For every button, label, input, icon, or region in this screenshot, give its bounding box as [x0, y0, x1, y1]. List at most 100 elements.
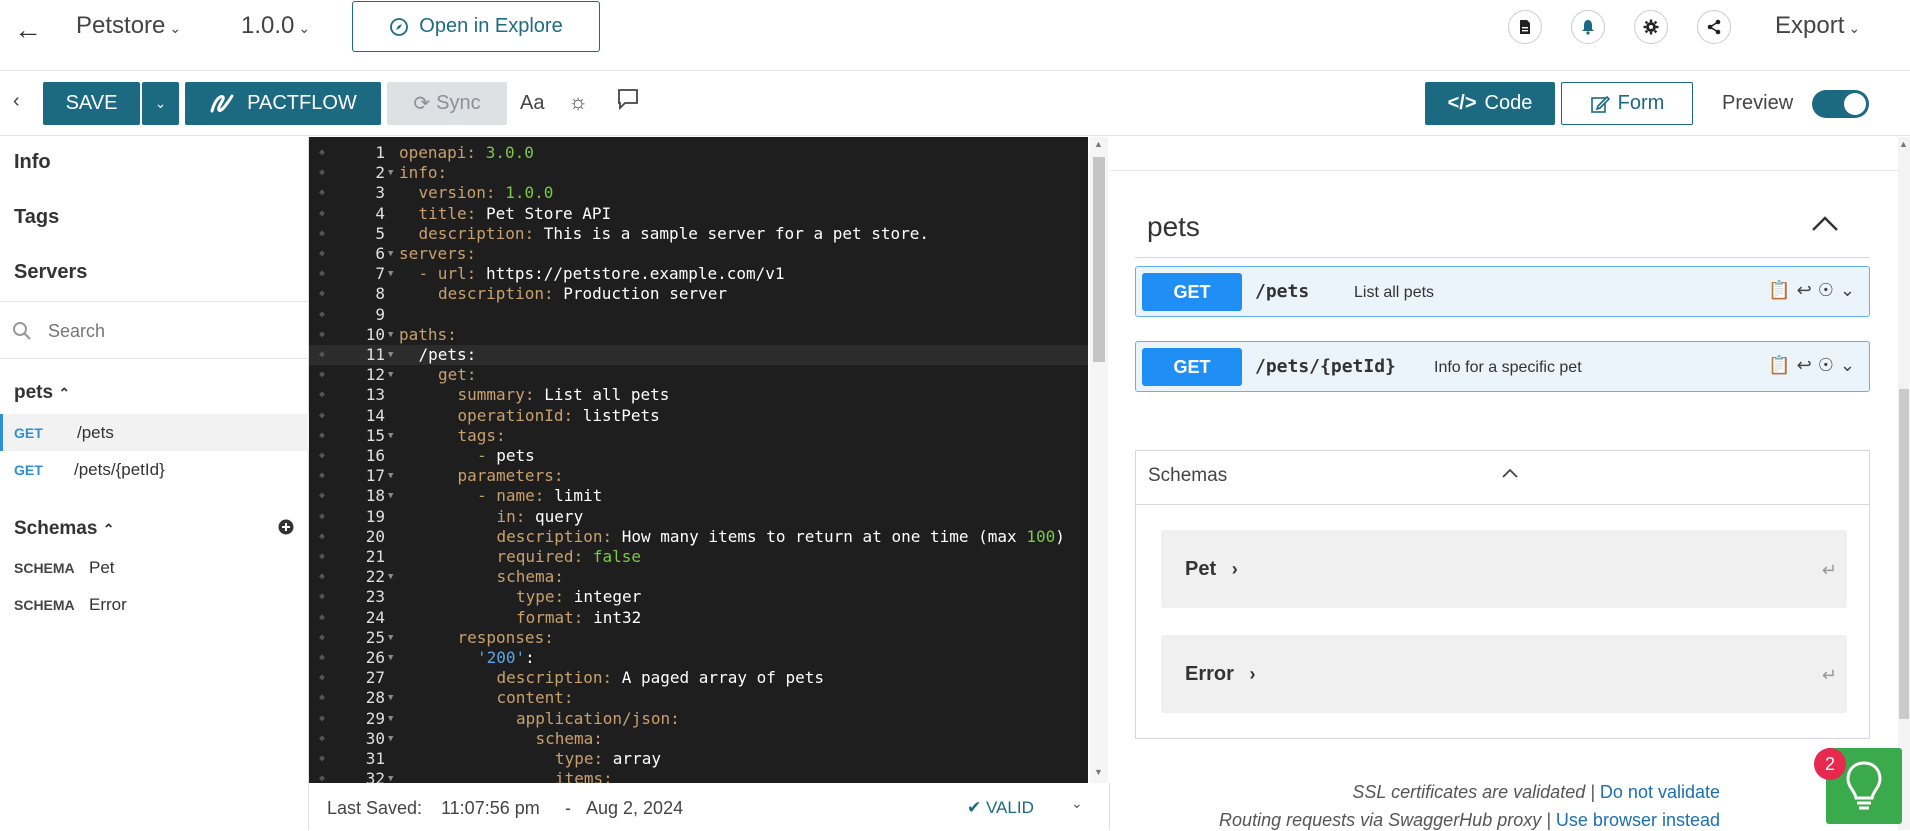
- code-line[interactable]: ◆ 24 format: int32: [309, 608, 1088, 628]
- collapse-sidebar-icon[interactable]: ‹: [13, 90, 20, 113]
- save-options-button[interactable]: ⌄: [142, 82, 179, 125]
- sidebar-operation[interactable]: GET /pets: [0, 414, 309, 451]
- code-line[interactable]: ◆ 8 description: Production server: [309, 284, 1088, 304]
- add-schema-icon[interactable]: [278, 519, 294, 540]
- schema-card-pet[interactable]: Pet › ↵: [1161, 530, 1847, 608]
- operation-get-pet-by-id[interactable]: GET /pets/{petId} Info for a specific pe…: [1135, 341, 1870, 392]
- code-line[interactable]: ◆ 19 in: query: [309, 507, 1088, 527]
- font-size-button[interactable]: Aa: [520, 92, 544, 115]
- code-line[interactable]: ◆ 20 description: How many items to return…: [309, 527, 1088, 547]
- code-line[interactable]: ◆ 9: [309, 305, 1088, 325]
- sidebar-section-servers[interactable]: Servers: [14, 261, 87, 284]
- code-line[interactable]: ◆ 18 ▼ - name: limit: [309, 486, 1088, 506]
- fold-icon[interactable]: ▼: [388, 648, 393, 668]
- code-line[interactable]: ◆ 26 ▼ '200':: [309, 648, 1088, 668]
- tag-group-pets[interactable]: pets ⌃: [14, 382, 70, 404]
- editor-scrollbar[interactable]: ▲ ▼: [1090, 137, 1108, 783]
- sync-button[interactable]: ⟳ Sync: [387, 82, 507, 125]
- fold-icon[interactable]: ▼: [388, 628, 393, 648]
- back-arrow-icon[interactable]: ←: [14, 14, 42, 46]
- code-line[interactable]: ◆ 16 - pets: [309, 446, 1088, 466]
- code-line[interactable]: ◆ 14 operationId: listPets: [309, 406, 1088, 426]
- search-input[interactable]: [48, 316, 298, 346]
- fold-icon[interactable]: ▼: [388, 466, 393, 486]
- preview-toggle[interactable]: [1812, 90, 1869, 118]
- schemas-group[interactable]: Schemas ⌃: [14, 518, 114, 540]
- code-line[interactable]: ◆ 6 ▼ servers:: [309, 244, 1088, 264]
- scroll-up-icon[interactable]: ▲: [1094, 139, 1103, 149]
- valid-status[interactable]: ✔ VALID: [967, 798, 1034, 818]
- fold-icon[interactable]: ▼: [388, 163, 393, 183]
- form-view-button[interactable]: Form: [1561, 82, 1693, 125]
- fold-icon[interactable]: ▼: [388, 567, 393, 587]
- code-line[interactable]: ◆ 17 ▼ parameters:: [309, 466, 1088, 486]
- preview-scrollbar[interactable]: ▲: [1898, 137, 1910, 830]
- sidebar-section-tags[interactable]: Tags: [14, 206, 59, 229]
- code-line[interactable]: ◆ 31 type: array: [309, 749, 1088, 769]
- code-line[interactable]: ◆ 7 ▼ - url: https://petstore.example.com/v…: [309, 264, 1088, 284]
- code-line[interactable]: ◆ 15 ▼ tags:: [309, 426, 1088, 446]
- fold-icon[interactable]: ▼: [388, 688, 393, 708]
- collapse-tag-icon[interactable]: [1810, 213, 1840, 238]
- fold-icon[interactable]: ▼: [388, 769, 393, 783]
- scroll-up-icon[interactable]: ▲: [1899, 139, 1908, 149]
- fold-icon[interactable]: ▼: [388, 486, 393, 506]
- code-editor[interactable]: ◆ 1 openapi: 3.0.0 ◆ 2 ▼ info: ◆ 3 version: 1.0.0…: [309, 137, 1088, 783]
- sidebar-schema-item[interactable]: SCHEMA Pet: [14, 558, 115, 578]
- comment-icon[interactable]: [616, 87, 640, 116]
- save-button[interactable]: SAVE: [43, 82, 140, 125]
- export-dropdown[interactable]: Export ⌄: [1775, 12, 1860, 40]
- fold-icon[interactable]: ▼: [388, 729, 393, 749]
- fold-icon[interactable]: ▼: [388, 426, 393, 446]
- fold-icon[interactable]: ▼: [388, 365, 393, 385]
- preview-scroll-thumb[interactable]: [1899, 389, 1909, 719]
- code-line[interactable]: ◆ 23 type: integer: [309, 587, 1088, 607]
- gear-icon[interactable]: [1634, 10, 1668, 44]
- code-line[interactable]: ◆ 3 version: 1.0.0: [309, 183, 1088, 203]
- do-not-validate-link[interactable]: Do not validate: [1600, 782, 1720, 802]
- code-line[interactable]: ◆ 13 summary: List all pets: [309, 385, 1088, 405]
- theme-sun-icon[interactable]: ☼: [568, 89, 588, 115]
- code-line[interactable]: ◆ 27 description: A paged array of pets: [309, 668, 1088, 688]
- code-line[interactable]: ◆ 11 ▼ /pets:: [309, 345, 1088, 365]
- chevron-down-icon[interactable]: ⌄: [1071, 795, 1083, 812]
- clipboard-icon[interactable]: 📋: [1768, 355, 1796, 375]
- sidebar-operation[interactable]: GET /pets/{petId}: [0, 451, 309, 488]
- return-icon[interactable]: ↵: [1822, 560, 1837, 581]
- api-name-dropdown[interactable]: Petstore ⌄: [76, 12, 181, 40]
- fold-icon[interactable]: ▼: [388, 345, 393, 365]
- code-line[interactable]: ◆ 4 title: Pet Store API: [309, 204, 1088, 224]
- open-in-explore-button[interactable]: Open in Explore: [352, 1, 600, 52]
- sidebar-schema-item[interactable]: SCHEMA Error: [14, 595, 127, 615]
- fold-icon[interactable]: ▼: [388, 325, 393, 345]
- return-icon[interactable]: ↩: [1797, 280, 1818, 300]
- collapse-schemas-icon[interactable]: [1500, 465, 1520, 486]
- code-line[interactable]: ◆ 21 required: false: [309, 547, 1088, 567]
- editor-scroll-thumb[interactable]: [1093, 157, 1105, 362]
- compass-icon[interactable]: ☉: [1818, 355, 1840, 375]
- code-line[interactable]: ◆ 2 ▼ info:: [309, 163, 1088, 183]
- code-line[interactable]: ◆ 29 ▼ application/json:: [309, 709, 1088, 729]
- compass-icon[interactable]: ☉: [1818, 280, 1840, 300]
- document-icon[interactable]: [1508, 10, 1542, 44]
- clipboard-icon[interactable]: 📋: [1768, 280, 1796, 300]
- pactflow-button[interactable]: PACTFLOW: [185, 82, 381, 125]
- fold-icon[interactable]: ▼: [388, 244, 393, 264]
- use-browser-link[interactable]: Use browser instead: [1556, 810, 1720, 830]
- chevron-down-icon[interactable]: ⌄: [1840, 355, 1861, 375]
- operation-get-pets[interactable]: GET /pets List all pets 📋↩☉⌄: [1135, 266, 1870, 317]
- code-line[interactable]: ◆ 28 ▼ content:: [309, 688, 1088, 708]
- code-line[interactable]: ◆ 32 ▼ items:: [309, 769, 1088, 783]
- version-dropdown[interactable]: 1.0.0 ⌄: [241, 12, 310, 40]
- code-line[interactable]: ◆ 1 openapi: 3.0.0: [309, 143, 1088, 163]
- scroll-down-icon[interactable]: ▼: [1094, 767, 1103, 777]
- code-line[interactable]: ◆ 12 ▼ get:: [309, 365, 1088, 385]
- code-view-button[interactable]: </> Code: [1425, 82, 1555, 125]
- schema-card-error[interactable]: Error › ↵: [1161, 635, 1847, 713]
- sidebar-section-info[interactable]: Info: [14, 151, 51, 174]
- return-icon[interactable]: ↩: [1797, 355, 1818, 375]
- fold-icon[interactable]: ▼: [388, 709, 393, 729]
- return-icon[interactable]: ↵: [1822, 665, 1837, 686]
- fold-icon[interactable]: ▼: [388, 264, 393, 284]
- code-line[interactable]: ◆ 22 ▼ schema:: [309, 567, 1088, 587]
